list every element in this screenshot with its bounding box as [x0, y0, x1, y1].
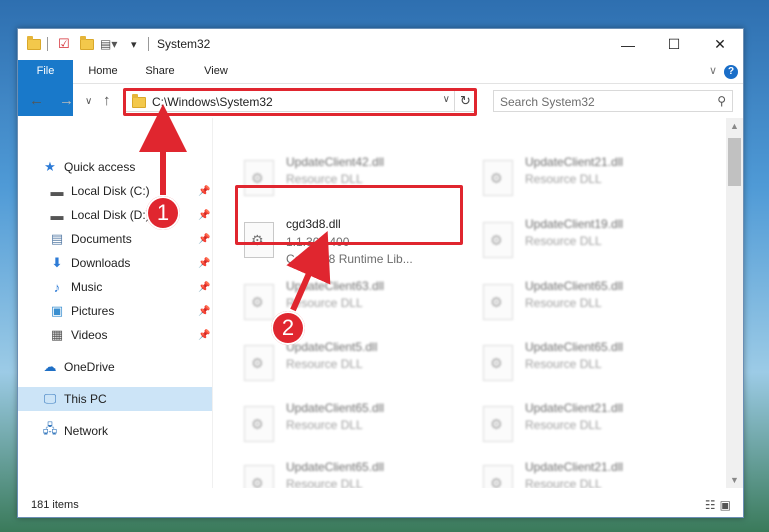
arrow-to-file — [286, 231, 331, 312]
annotation-arrows — [139, 104, 331, 312]
step-1-badge: 1 — [146, 196, 180, 230]
step-2-badge: 2 — [271, 311, 305, 345]
